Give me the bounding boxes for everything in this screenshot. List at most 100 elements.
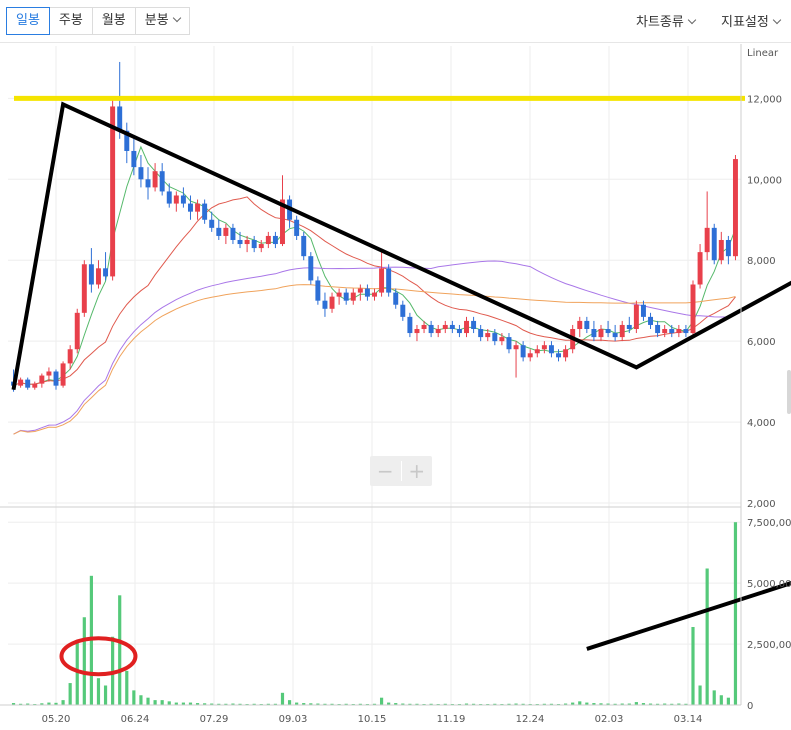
candle-body [273,236,278,244]
candle-body [478,329,483,337]
volume-bar [706,569,709,706]
trend-zigzag-line [14,104,791,389]
candle-body [358,289,363,293]
candle-body [556,353,561,357]
zoom-controls: − + [370,456,432,486]
candle-body [96,268,101,284]
volume-bar [146,698,149,705]
candle-body [436,329,441,333]
candle-body [528,353,533,357]
panel-resize-handle[interactable] [787,370,791,414]
candle-body [32,384,37,388]
candle-body [25,380,30,388]
candle-body [535,349,540,353]
candle-body [492,333,497,341]
candle-body [330,297,335,309]
volume-bar [118,595,121,705]
candle-body [379,268,384,292]
candle-body [103,268,108,276]
volume-tick-label: 7,500,000 [747,518,791,529]
volume-bar [168,701,171,705]
candle-body [676,329,681,333]
candle-body [499,337,504,341]
candle-body [563,349,568,357]
volume-bar [61,700,64,705]
candle-body [54,371,59,385]
price-tick-label: 8,000 [747,256,776,267]
candle-body [422,325,427,329]
volume-bar [161,700,164,705]
candle-body [485,333,490,337]
candle-body [506,337,511,349]
candle-body [188,204,193,212]
candle-body [82,264,87,313]
date-tick-label: 02.03 [595,714,624,725]
candle-body [266,236,271,244]
candle-body [167,191,172,203]
candle-body [195,204,200,212]
date-tick-label: 03.14 [674,714,703,725]
volume-bar [104,686,107,706]
date-tick-label: 06.24 [121,714,150,725]
candle-body [393,293,398,305]
volume-bar [578,701,581,705]
candle-body [443,325,448,329]
candle-body [719,240,724,260]
date-tick-label: 09.03 [279,714,308,725]
candle-body [259,244,264,248]
date-tick-label: 10.15 [358,714,387,725]
candle-body [662,329,667,333]
candle-body [606,329,611,333]
candle-body [238,240,243,244]
candle-body [39,376,44,384]
candle-body [160,171,165,191]
volume-bar [727,698,730,705]
volume-bar [698,686,701,706]
annotations [14,98,791,674]
candle-body [146,179,151,187]
candle-body [521,345,526,357]
date-tick-label: 11.19 [437,714,466,725]
date-tick-label: 05.20 [42,714,71,725]
volume-bar [713,690,716,705]
candle-body [542,345,547,349]
volume-tick-label: 2,500,000 [747,640,791,651]
stock-chart[interactable]: 12,00010,0008,0006,0004,0002,0007,500,00… [0,0,791,729]
candle-body [209,220,214,228]
candle-body [61,363,66,385]
candle-body [712,228,717,260]
candle-body [252,240,257,248]
candle-body [457,329,462,333]
volume-bar [288,700,291,705]
candle-body [308,256,313,280]
candle-body [301,236,306,256]
volume-bar [720,695,723,705]
volume-bar [97,678,100,705]
price-tick-label: 4,000 [747,418,776,429]
candle-body [386,268,391,292]
candle-body [68,349,73,363]
ma120-line [14,285,736,435]
candle-body [181,195,186,203]
zoom-out-button[interactable]: − [370,456,401,486]
volume-bar [281,693,284,705]
volume-bar [139,695,142,705]
candle-body [337,293,342,297]
tab-daily[interactable]: 일봉 [6,7,50,35]
candle-body [407,317,412,333]
candle-body [648,317,653,325]
candle-body [429,325,434,333]
candle-body [549,345,554,353]
candle-body [365,289,370,297]
date-tick-label: 07.29 [200,714,229,725]
volume-bar [69,683,72,705]
scale-label: Linear [747,48,779,59]
candle-body [726,240,731,256]
volume-bar [132,690,135,705]
candle-body [216,228,221,236]
candle-body [351,293,356,301]
candle-body [691,285,696,334]
zoom-in-button[interactable]: + [402,456,433,486]
candle-body [584,321,589,329]
candle-body [344,293,349,301]
